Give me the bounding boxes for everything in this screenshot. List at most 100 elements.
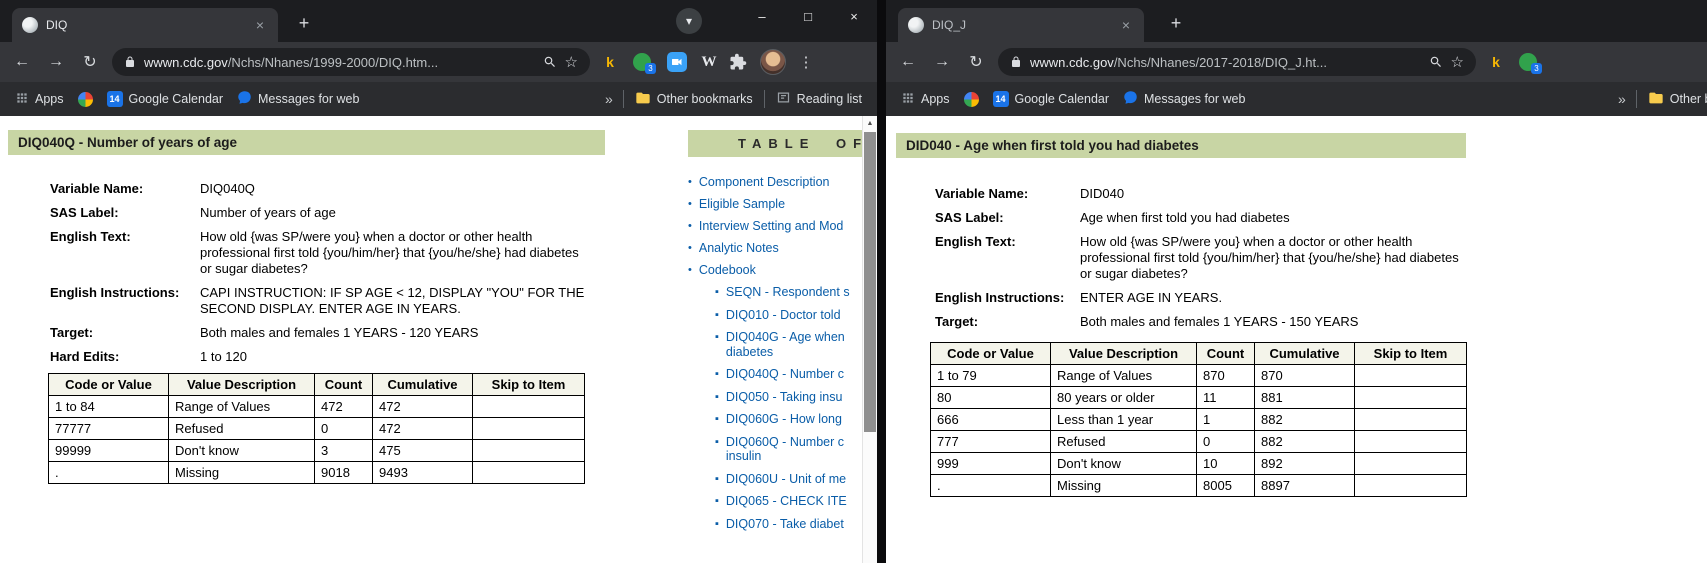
- field-value: Both males and females 1 YEARS - 150 YEA…: [1080, 314, 1358, 330]
- lock-icon[interactable]: [1010, 56, 1022, 68]
- toc-link[interactable]: • Eligible Sample: [688, 197, 877, 211]
- extension-camera-icon[interactable]: [667, 52, 687, 72]
- new-tab-button[interactable]: +: [292, 11, 316, 35]
- bookmark-messages[interactable]: Messages for web: [1118, 90, 1250, 108]
- toc-link[interactable]: ▪ SEQN - Respondent s: [715, 285, 877, 300]
- tab-close-icon[interactable]: ×: [252, 17, 268, 33]
- back-button[interactable]: ←: [6, 46, 38, 78]
- maximize-button[interactable]: □: [785, 0, 831, 32]
- cell: 870: [1197, 365, 1255, 387]
- field-value-line: DIQ040Q: [200, 181, 255, 197]
- browser-menu-icon[interactable]: ⋮: [794, 53, 818, 71]
- toc-link[interactable]: ▪ DIQ040G - Age when diabetes: [715, 330, 877, 359]
- reload-button[interactable]: ↻: [960, 46, 992, 78]
- extensions-puzzle-icon[interactable]: [724, 53, 752, 71]
- bookmark-label: Other bookmarks: [1670, 92, 1707, 106]
- toc-list: • Component Description • Eligible Sampl…: [688, 175, 877, 531]
- tab-diq-j[interactable]: DIQ_J ×: [898, 8, 1144, 42]
- profile-avatar[interactable]: [760, 49, 786, 75]
- column-header: Code or Value: [931, 343, 1051, 365]
- toc-link[interactable]: ▪ DIQ060U - Unit of me: [715, 472, 877, 487]
- field-value-line: SECOND DISPLAY. ENTER AGE IN YEARS.: [200, 301, 584, 317]
- page-scrollbar[interactable]: ▲: [862, 116, 877, 563]
- toc-link-label: Eligible Sample: [699, 197, 785, 211]
- scroll-up-icon[interactable]: ▲: [863, 116, 877, 130]
- forward-button[interactable]: →: [926, 46, 958, 78]
- address-bar[interactable]: wwwn.cdc.gov/Nchs/Nhanes/1999-2000/DIQ.h…: [112, 48, 590, 76]
- bookmarks-overflow-icon[interactable]: »: [1614, 91, 1630, 107]
- minimize-button[interactable]: –: [739, 0, 785, 32]
- cell: [473, 396, 585, 418]
- bookmark-google-calendar[interactable]: 14 Google Calendar: [988, 91, 1115, 107]
- toc-link[interactable]: • Analytic Notes: [688, 241, 877, 255]
- toc-link[interactable]: ▪ DIQ070 - Take diabet: [715, 517, 877, 532]
- cell: Don't know: [169, 440, 315, 462]
- url-text[interactable]: wwwn.cdc.gov/Nchs/Nhanes/2017-2018/DIQ_J…: [1030, 55, 1421, 70]
- new-tab-button[interactable]: +: [1164, 11, 1188, 35]
- other-bookmarks[interactable]: Other bookmarks: [630, 90, 758, 109]
- bookmark-label: Apps: [921, 92, 950, 106]
- cell: [1355, 453, 1467, 475]
- toc-link[interactable]: • Codebook: [688, 263, 877, 277]
- extension-wikipedia-icon[interactable]: W: [696, 54, 722, 71]
- field-row: English Instructions: ENTER AGE IN YEARS…: [935, 290, 1707, 306]
- media-controls-icon[interactable]: ▾: [676, 8, 702, 34]
- bookmark-label: Reading list: [797, 92, 862, 106]
- zoom-icon[interactable]: [1429, 55, 1443, 69]
- bookmark-messages[interactable]: Messages for web: [232, 90, 364, 108]
- url-text[interactable]: wwwn.cdc.gov/Nchs/Nhanes/1999-2000/DIQ.h…: [144, 55, 535, 70]
- field-value: Age when first told you had diabetes: [1080, 210, 1290, 226]
- bookmark-apps[interactable]: Apps: [10, 91, 69, 108]
- field-row: SAS Label: Age when first told you had d…: [935, 210, 1707, 226]
- toc-link[interactable]: ▪ DIQ010 - Doctor told: [715, 308, 877, 323]
- toc-link[interactable]: ▪ DIQ060Q - Number c insulin: [715, 435, 877, 464]
- other-bookmarks[interactable]: Other bookmarks: [1643, 90, 1707, 109]
- field-value-line: How old {was SP/were you} when a doctor …: [200, 229, 579, 245]
- extension-badge: 3: [1531, 63, 1542, 74]
- extension-green-icon[interactable]: 3: [1519, 53, 1537, 71]
- close-window-button[interactable]: ×: [831, 0, 877, 32]
- site-favicon-icon: [22, 17, 38, 33]
- toc-link-label: DIQ060Q - Number c: [726, 435, 844, 450]
- zoom-icon[interactable]: [543, 55, 557, 69]
- back-button[interactable]: ←: [892, 46, 924, 78]
- field-value: CAPI INSTRUCTION: IF SP AGE < 12, DISPLA…: [200, 285, 584, 317]
- bullet-icon: ▪: [715, 367, 719, 381]
- table-row: 99999 Don't know 3 475: [49, 440, 585, 462]
- column-header: Cumulative: [1255, 343, 1355, 365]
- reading-list[interactable]: Reading list: [771, 90, 867, 108]
- toc-link[interactable]: ▪ DIQ060G - How long: [715, 412, 877, 427]
- extension-k-icon[interactable]: k: [596, 54, 624, 70]
- bookmark-star-icon[interactable]: ☆: [1451, 53, 1464, 71]
- lock-icon[interactable]: [124, 56, 136, 68]
- bookmark-star-icon[interactable]: ☆: [565, 53, 578, 71]
- toc-link[interactable]: • Interview Setting and Mod: [688, 219, 877, 233]
- toc-link[interactable]: • Component Description: [688, 175, 877, 189]
- cell: [1355, 409, 1467, 431]
- toc-link[interactable]: ▪ DIQ065 - CHECK ITE: [715, 494, 877, 509]
- tab-close-icon[interactable]: ×: [1118, 17, 1134, 33]
- cell: .: [931, 475, 1051, 497]
- bookmarks-overflow-icon[interactable]: »: [601, 91, 617, 107]
- tab-diq[interactable]: DIQ ×: [12, 8, 278, 42]
- bookmark-favicon-only[interactable]: [73, 92, 98, 107]
- codebook-table: Code or Value Value Description Count Cu…: [930, 342, 1467, 497]
- extension-k-icon[interactable]: k: [1482, 54, 1510, 70]
- table-row: . Missing 9018 9493: [49, 462, 585, 484]
- reload-button[interactable]: ↻: [74, 46, 106, 78]
- forward-button[interactable]: →: [40, 46, 72, 78]
- bookmark-favicon-only[interactable]: [959, 92, 984, 107]
- bullet-icon: •: [688, 197, 692, 211]
- toc-link[interactable]: ▪ DIQ040Q - Number c: [715, 367, 877, 382]
- bookmarks-right-cluster: » Other bookmarks Reading list: [601, 90, 867, 109]
- toc-link[interactable]: ▪ DIQ050 - Taking insu: [715, 390, 877, 405]
- extension-green-icon[interactable]: 3: [633, 53, 651, 71]
- address-bar[interactable]: wwwn.cdc.gov/Nchs/Nhanes/2017-2018/DIQ_J…: [998, 48, 1476, 76]
- table-row: . Missing 8005 8897: [931, 475, 1467, 497]
- bookmark-apps[interactable]: Apps: [896, 91, 955, 108]
- toc-link-label: Analytic Notes: [699, 241, 779, 255]
- cell: 0: [315, 418, 373, 440]
- scrollbar-thumb[interactable]: [864, 132, 876, 432]
- bookmark-google-calendar[interactable]: 14 Google Calendar: [102, 91, 229, 107]
- site-favicon-icon: [908, 17, 924, 33]
